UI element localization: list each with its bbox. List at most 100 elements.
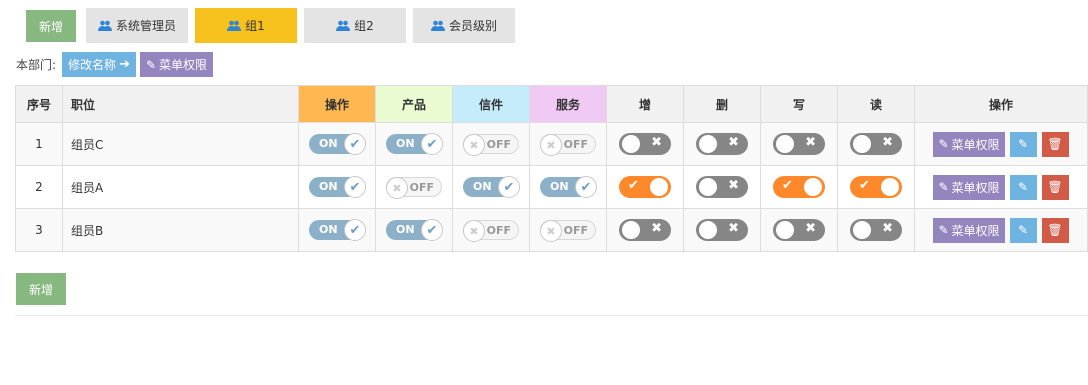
check-icon: ✔ [344,133,366,155]
cell-op: ON ✔ [298,165,376,209]
tab-system-admin[interactable]: 系统管理员 [86,8,188,43]
perm-label: 菜单权限 [951,223,1000,238]
cell-del: ✖ [683,165,761,209]
close-icon: ✖ [463,134,485,156]
add-row-button[interactable]: 新增 [16,273,66,305]
cell-prod: OFF ✖ [375,165,453,209]
switch-text: ON [473,180,492,193]
mail-switch[interactable]: OFF ✖ [463,134,519,156]
check-icon: ✔ [859,178,870,193]
toggle-knob [699,178,717,196]
col-add: 增 [606,85,684,123]
check-icon: ✔ [628,178,639,193]
del-toggle[interactable]: ✖ [696,133,748,155]
del-toggle[interactable]: ✖ [696,219,748,241]
tab-group1[interactable]: 组1 [195,8,297,43]
row-edit-button[interactable]: ✎ [1009,174,1037,200]
department-bar: 本部门: 修改名称 ➔ ✎ 菜单权限 [16,52,217,77]
row-menu-permission-button[interactable]: ✎ 菜单权限 [933,217,1005,243]
cell-actions: ✎ 菜单权限 ✎ 🗑 [914,165,1088,209]
mail-switch[interactable]: ON ✔ [463,176,520,198]
switch-text: ON [319,180,338,193]
check-icon: ✔ [344,176,366,198]
col-delete: 删 [683,85,761,123]
cell-add: ✖ [606,208,684,252]
read-toggle[interactable]: ✖ [850,133,902,155]
row-edit-button[interactable]: ✎ [1009,131,1037,157]
add-toggle[interactable]: ✖ [619,219,671,241]
row-index: 1 [15,122,63,166]
toggle-knob [699,221,717,239]
cell-add: ✔ [606,165,684,209]
close-icon: ✖ [386,177,408,199]
tab-member-level[interactable]: 会员级别 [413,8,515,43]
close-icon: ✖ [728,178,739,193]
row-menu-permission-button[interactable]: ✎ 菜单权限 [933,131,1005,157]
cell-serv: ON ✔ [529,165,607,209]
cell-write: ✖ [760,208,838,252]
cell-op: ON ✔ [298,208,376,252]
cell-serv: OFF ✖ [529,122,607,166]
switch-text: ON [550,180,569,193]
edit-icon: ✎ [1018,223,1029,237]
add-toggle[interactable]: ✖ [619,133,671,155]
cell-mail: OFF ✖ [452,122,530,166]
switch-text: ON [396,137,415,150]
close-icon: ✖ [540,220,562,242]
row-menu-permission-button[interactable]: ✎ 菜单权限 [933,174,1005,200]
row-edit-button[interactable]: ✎ [1009,217,1037,243]
switch-text: OFF [563,138,588,151]
col-operate: 操作 [298,85,376,123]
row-delete-button[interactable]: 🗑 [1041,174,1069,200]
mail-switch[interactable]: OFF ✖ [463,220,519,242]
serv-switch[interactable]: OFF ✖ [540,134,596,156]
row-delete-button[interactable]: 🗑 [1041,217,1069,243]
del-toggle[interactable]: ✖ [696,176,748,198]
write-toggle[interactable]: ✖ [773,219,825,241]
trash-icon: 🗑 [1047,137,1063,151]
prod-switch[interactable]: ON ✔ [386,219,443,241]
read-toggle[interactable]: ✔ [850,176,902,198]
cell-mail: ON ✔ [452,165,530,209]
rename-button[interactable]: 修改名称 ➔ [62,52,136,77]
row-position: 组员C [62,122,299,166]
check-icon: ✔ [575,176,597,198]
check-icon: ✔ [421,219,443,241]
cell-prod: ON ✔ [375,208,453,252]
prod-switch[interactable]: ON ✔ [386,133,443,155]
write-toggle[interactable]: ✔ [773,176,825,198]
serv-switch[interactable]: ON ✔ [540,176,597,198]
close-icon: ✖ [805,221,816,236]
cell-serv: OFF ✖ [529,208,607,252]
col-service: 服务 [529,85,607,123]
read-toggle[interactable]: ✖ [850,219,902,241]
close-icon: ✖ [463,220,485,242]
serv-switch[interactable]: OFF ✖ [540,220,596,242]
add-toggle[interactable]: ✔ [619,176,671,198]
perm-label: 菜单权限 [951,137,1000,152]
op-switch[interactable]: ON ✔ [309,176,366,198]
tab-label: 会员级别 [448,19,497,33]
table-row: 2 组员A ON ✔ OFF ✖ ON ✔ ON ✔ ✔ ✖ ✔ ✔ ✎ 菜单权… [15,165,1088,209]
menu-permission-button[interactable]: ✎ 菜单权限 [139,52,214,77]
toggle-knob [650,178,668,196]
tab-label: 系统管理员 [115,19,176,33]
tab-group2[interactable]: 组2 [304,8,406,43]
rename-label: 修改名称 [68,58,117,72]
switch-text: OFF [563,224,588,237]
toggle-knob [622,135,640,153]
prod-switch[interactable]: OFF ✖ [386,177,442,199]
op-switch[interactable]: ON ✔ [309,133,366,155]
check-icon: ✔ [782,178,793,193]
close-icon: ✖ [882,135,893,150]
cell-del: ✖ [683,122,761,166]
write-toggle[interactable]: ✖ [773,133,825,155]
check-icon: ✔ [344,219,366,241]
switch-text: OFF [486,138,511,151]
col-read: 读 [837,85,915,123]
new-group-button[interactable]: 新增 [26,10,76,42]
op-switch[interactable]: ON ✔ [309,219,366,241]
cell-write: ✔ [760,165,838,209]
col-actions: 操作 [914,85,1088,123]
row-delete-button[interactable]: 🗑 [1041,131,1069,157]
